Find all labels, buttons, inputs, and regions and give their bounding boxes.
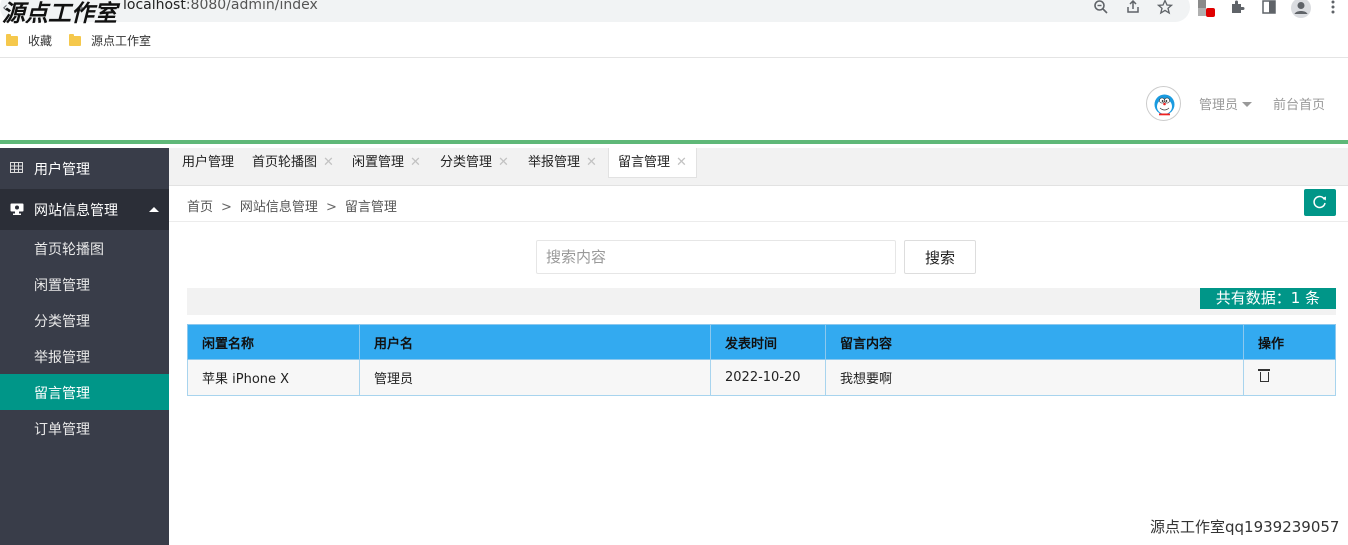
url-path: :8080/admin/index bbox=[185, 0, 318, 13]
folder-icon bbox=[6, 34, 18, 46]
sidebar-subitem-category[interactable]: 分类管理 bbox=[0, 302, 169, 338]
bookmark-item[interactable]: 源点工作室 bbox=[69, 32, 151, 49]
sidebar-subitem-messages[interactable]: 留言管理 bbox=[0, 374, 169, 410]
sidebar-item-site-info[interactable]: 网站信息管理 bbox=[0, 189, 169, 230]
profile-icon[interactable] bbox=[1290, 0, 1312, 19]
share-icon[interactable] bbox=[1124, 0, 1142, 17]
sidebar: 用户管理 网站信息管理 首页轮播图 闲置管理 分类管理 举报管理 留言管理 订单… bbox=[0, 148, 169, 545]
breadcrumb-separator: > bbox=[221, 200, 232, 215]
menu-icon[interactable] bbox=[1324, 0, 1342, 17]
extension-icon[interactable] bbox=[1197, 0, 1215, 17]
bookmark-item[interactable]: 收藏 bbox=[6, 32, 52, 49]
zoom-icon[interactable] bbox=[1092, 0, 1110, 17]
breadcrumb-home[interactable]: 首页 bbox=[187, 200, 213, 215]
tab-label: 留言管理 bbox=[618, 155, 671, 170]
refresh-button[interactable] bbox=[1304, 189, 1336, 216]
tab-category[interactable]: 分类管理 ✕ bbox=[440, 148, 509, 176]
breadcrumb: 首页 > 网站信息管理 > 留言管理 bbox=[187, 196, 397, 215]
sidebar-item-user-management[interactable]: 用户管理 bbox=[0, 148, 169, 189]
sidebar-item-label: 用户管理 bbox=[34, 162, 90, 178]
tab-report[interactable]: 举报管理 ✕ bbox=[528, 148, 597, 176]
messages-table: 闲置名称 用户名 发表时间 留言内容 操作 苹果 iPhone X 管理员 20… bbox=[187, 324, 1336, 396]
sidebar-subitem-label: 闲置管理 bbox=[34, 278, 90, 294]
url-host: localhost bbox=[123, 0, 186, 13]
column-header: 发表时间 bbox=[710, 324, 826, 360]
record-count-badge: 共有数据：1 条 bbox=[1199, 288, 1336, 309]
watermark-bottom: 源点工作室qq1939239057 bbox=[1150, 518, 1340, 536]
sidebar-subitem-orders[interactable]: 订单管理 bbox=[0, 410, 169, 446]
tab-label: 举报管理 bbox=[528, 155, 581, 170]
close-icon[interactable]: ✕ bbox=[323, 155, 334, 170]
tab-label: 分类管理 bbox=[440, 155, 493, 170]
url-text[interactable]: localhost:8080/admin/index bbox=[123, 0, 318, 13]
folder-icon bbox=[69, 34, 81, 46]
admin-dropdown[interactable]: 管理员 bbox=[1199, 94, 1253, 113]
bookmark-label: 收藏 bbox=[28, 34, 53, 48]
sidebar-subitem-label: 订单管理 bbox=[34, 422, 90, 438]
admin-label: 管理员 bbox=[1199, 98, 1239, 113]
tab-label: 闲置管理 bbox=[352, 155, 405, 170]
sidebar-subitem-label: 首页轮播图 bbox=[34, 242, 104, 258]
table-header-row: 闲置名称 用户名 发表时间 留言内容 操作 bbox=[187, 324, 1336, 360]
close-icon[interactable]: ✕ bbox=[676, 155, 687, 170]
sidebar-subitem-idle[interactable]: 闲置管理 bbox=[0, 266, 169, 302]
column-header: 闲置名称 bbox=[187, 324, 360, 360]
front-page-link[interactable]: 前台首页 bbox=[1273, 94, 1325, 113]
star-icon[interactable] bbox=[1156, 0, 1174, 17]
tab-messages[interactable]: 留言管理 ✕ bbox=[608, 148, 697, 178]
monitor-icon bbox=[10, 202, 24, 215]
refresh-icon bbox=[1313, 195, 1326, 209]
table-cell: 苹果 iPhone X bbox=[187, 359, 360, 396]
browser-chrome: ‹ › localhost:8080/admin/index 源点工作室 收藏 … bbox=[0, 0, 1348, 58]
sidebar-subitem-carousel[interactable]: 首页轮播图 bbox=[0, 230, 169, 266]
tab-idle[interactable]: 闲置管理 ✕ bbox=[352, 148, 421, 176]
bookmark-label: 源点工作室 bbox=[91, 34, 152, 48]
table-cell-actions bbox=[1243, 359, 1336, 396]
tab-bar: 用户管理 首页轮播图 ✕ 闲置管理 ✕ 分类管理 ✕ 举报管理 ✕ 留言管理 ✕ bbox=[169, 148, 1348, 186]
column-header: 操作 bbox=[1243, 324, 1336, 360]
column-header: 留言内容 bbox=[825, 324, 1244, 360]
table-row: 苹果 iPhone X 管理员 2022-10-20 我想要啊 bbox=[187, 359, 1336, 396]
app-header: 管理员 前台首页 bbox=[0, 58, 1348, 144]
search-button[interactable]: 搜索 bbox=[904, 240, 976, 274]
sidebar-subitem-report[interactable]: 举报管理 bbox=[0, 338, 169, 374]
table-cell: 我想要啊 bbox=[825, 359, 1244, 396]
breadcrumb-current: 留言管理 bbox=[344, 200, 397, 215]
sidebar-subitem-label: 分类管理 bbox=[34, 314, 90, 330]
caret-down-icon bbox=[1242, 102, 1253, 107]
breadcrumb-divider bbox=[169, 221, 1348, 222]
close-icon[interactable]: ✕ bbox=[498, 155, 509, 170]
grid-icon bbox=[10, 161, 23, 174]
count-bar: 共有数据：1 条 bbox=[187, 288, 1336, 315]
table-cell: 2022-10-20 bbox=[710, 359, 826, 396]
sidebar-item-label: 网站信息管理 bbox=[34, 203, 118, 219]
tab-user-management[interactable]: 用户管理 bbox=[182, 148, 234, 176]
trash-icon[interactable] bbox=[1258, 369, 1270, 382]
table-cell: 管理员 bbox=[359, 359, 711, 396]
sidebar-subitem-label: 举报管理 bbox=[34, 350, 90, 366]
breadcrumb-separator: > bbox=[325, 200, 337, 215]
sidebar-subitem-label: 留言管理 bbox=[34, 386, 90, 402]
puzzle-icon[interactable] bbox=[1228, 0, 1246, 17]
tab-label: 首页轮播图 bbox=[252, 155, 318, 170]
tab-label: 用户管理 bbox=[182, 155, 235, 170]
close-icon[interactable]: ✕ bbox=[586, 155, 597, 170]
watermark-top: 源点工作室 bbox=[2, 0, 117, 27]
breadcrumb-section[interactable]: 网站信息管理 bbox=[240, 200, 318, 215]
caret-up-icon bbox=[149, 207, 159, 212]
sidepanel-icon[interactable] bbox=[1260, 0, 1278, 17]
search-input[interactable] bbox=[536, 240, 896, 274]
avatar[interactable] bbox=[1146, 86, 1181, 121]
tab-carousel[interactable]: 首页轮播图 ✕ bbox=[252, 148, 334, 176]
close-icon[interactable]: ✕ bbox=[410, 155, 421, 170]
column-header: 用户名 bbox=[359, 324, 711, 360]
